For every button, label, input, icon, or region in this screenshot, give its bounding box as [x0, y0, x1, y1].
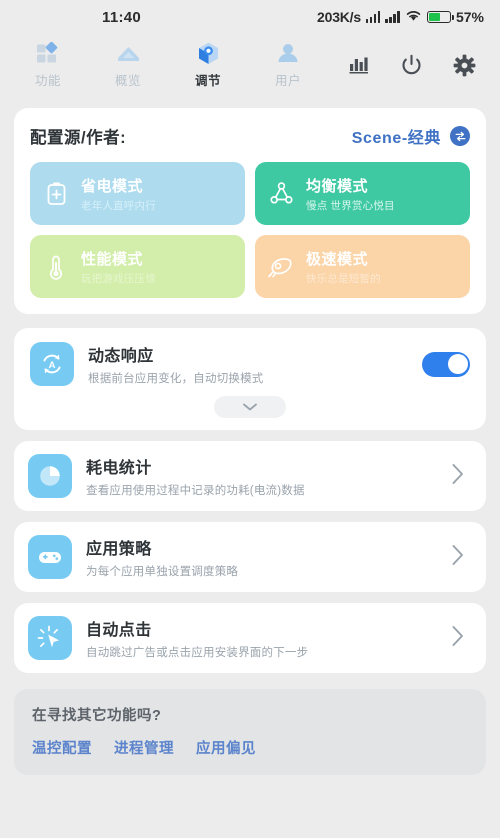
- footer-link-process-manager[interactable]: 进程管理: [114, 737, 174, 758]
- battery-icon: [426, 11, 454, 23]
- dynamic-response-card: A 动态响应 根据前台应用变化，自动切换模式: [14, 328, 486, 430]
- mode-sub: 慢点 世界赏心悦目: [306, 199, 395, 212]
- user-icon: [275, 41, 301, 67]
- footer-card: 在寻找其它功能吗? 温控配置 进程管理 应用偏见: [14, 689, 486, 775]
- gear-icon[interactable]: [453, 54, 476, 77]
- mode-card-turbo-text: 极速模式 快乐总是短暂的: [306, 248, 381, 286]
- list-item-power-stats[interactable]: 耗电统计 查看应用使用过程中记录的功耗(电流)数据: [14, 441, 486, 511]
- gamepad-icon: [28, 535, 72, 579]
- list-item-sub: 查看应用使用过程中记录的功耗(电流)数据: [86, 485, 305, 497]
- mode-card-performance-text: 性能模式 玩把游戏压压惊: [81, 248, 156, 286]
- dynamic-response-toggle[interactable]: [422, 351, 470, 377]
- list-item-auto-click-text: 自动点击 自动跳过广告或点击应用安装界面的下一步: [86, 616, 308, 660]
- triangle-nodes-icon: [267, 181, 295, 206]
- battery-plus-icon: [42, 181, 70, 207]
- mode-card-performance[interactable]: 性能模式 玩把游戏压压惊: [30, 235, 245, 298]
- nav-action-icons: [348, 54, 484, 77]
- wifi-icon: [405, 9, 422, 26]
- chevron-right-icon: [450, 542, 472, 573]
- chart-icon[interactable]: [348, 55, 370, 75]
- tab-adjust-label: 调节: [194, 74, 221, 88]
- mode-grid: 省电模式 老年人直呼内行 均衡模式 慢点 世界赏心悦目 性能模式 玩把游戏压压惊…: [30, 162, 470, 298]
- mode-name: 极速模式: [306, 250, 369, 268]
- mode-sub: 快乐总是短暂的: [306, 272, 381, 285]
- hexagon-icon: [195, 41, 222, 67]
- mode-card-power-saving[interactable]: 省电模式 老年人直呼内行: [30, 162, 245, 225]
- list-item-app-policy[interactable]: 应用策略 为每个应用单独设置调度策略: [14, 522, 486, 592]
- list-item-auto-click[interactable]: 自动点击 自动跳过广告或点击应用安装界面的下一步: [14, 603, 486, 673]
- dynamic-response-title: 动态响应: [88, 348, 154, 365]
- list-item-sub: 自动跳过广告或点击应用安装界面的下一步: [86, 647, 309, 659]
- list-item-title: 耗电统计: [86, 460, 152, 477]
- list-item-app-policy-text: 应用策略 为每个应用单独设置调度策略: [86, 535, 238, 579]
- expand-button[interactable]: [214, 396, 286, 418]
- status-time: 11:40: [102, 8, 142, 26]
- chevron-right-icon: [450, 461, 472, 492]
- list-item-title: 自动点击: [86, 622, 152, 639]
- mode-name: 省电模式: [81, 177, 144, 195]
- power-icon[interactable]: [400, 54, 423, 77]
- footer-links: 温控配置 进程管理 应用偏见: [32, 737, 468, 758]
- rocket-icon: [267, 255, 295, 279]
- config-source-value: Scene-经典: [351, 130, 441, 147]
- thermometer-icon: [42, 253, 70, 281]
- mode-sub: 玩把游戏压压惊: [81, 272, 156, 285]
- signal-bars-icon: [365, 11, 381, 23]
- config-header: 配置源/作者: Scene-经典: [30, 124, 470, 148]
- app-screen: 11:40 203K/s 57% 功能 概览 调节 用户 配置源/作者: Sce…: [0, 0, 500, 838]
- auto-refresh-icon: A: [30, 342, 74, 386]
- footer-question: 在寻找其它功能吗?: [32, 708, 162, 724]
- chevron-right-icon: [450, 623, 472, 654]
- tab-bar: 功能 概览 调节 用户: [16, 41, 320, 89]
- list-item-sub: 为每个应用单独设置调度策略: [86, 566, 239, 578]
- dynamic-response-text: 动态响应 根据前台应用变化，自动切换模式: [88, 342, 264, 386]
- tab-overview-label: 概览: [114, 74, 141, 88]
- cursor-click-icon: [28, 616, 72, 660]
- config-source-card: 配置源/作者: Scene-经典 省电模式 老年人直呼内行 均衡模式 慢点 世界…: [14, 108, 486, 314]
- tab-function-label: 功能: [34, 74, 61, 88]
- home-icon: [115, 41, 142, 67]
- tab-user-label: 用户: [274, 74, 301, 88]
- list-item-power-stats-text: 耗电统计 查看应用使用过程中记录的功耗(电流)数据: [86, 454, 305, 498]
- mode-card-turbo[interactable]: 极速模式 快乐总是短暂的: [255, 235, 470, 298]
- status-bar: 11:40 203K/s 57%: [0, 0, 500, 34]
- footer-link-app-preference[interactable]: 应用偏见: [196, 737, 256, 758]
- config-title: 配置源/作者:: [30, 129, 127, 147]
- blocks-icon: [35, 41, 61, 67]
- mode-name: 性能模式: [81, 250, 144, 268]
- chevron-down-icon: [243, 403, 257, 411]
- signal-bars-icon-2: [385, 11, 400, 23]
- dynamic-response-row[interactable]: A 动态响应 根据前台应用变化，自动切换模式: [30, 342, 470, 386]
- tab-adjust[interactable]: 调节: [176, 41, 240, 89]
- battery-percent: 57%: [455, 9, 484, 25]
- config-source-selector[interactable]: Scene-经典: [352, 124, 470, 148]
- mode-card-balanced-text: 均衡模式 慢点 世界赏心悦目: [306, 175, 395, 213]
- tab-overview[interactable]: 概览: [96, 41, 160, 89]
- mode-card-balanced[interactable]: 均衡模式 慢点 世界赏心悦目: [255, 162, 470, 225]
- tab-function[interactable]: 功能: [16, 41, 80, 89]
- network-speed: 203K/s: [317, 9, 361, 25]
- tab-user[interactable]: 用户: [256, 41, 320, 89]
- top-navigation: 功能 概览 调节 用户: [0, 34, 500, 96]
- footer-link-thermal-config[interactable]: 温控配置: [32, 737, 92, 758]
- mode-card-power-saving-text: 省电模式 老年人直呼内行: [81, 175, 156, 213]
- mode-name: 均衡模式: [306, 177, 369, 195]
- mode-sub: 老年人直呼内行: [81, 199, 156, 212]
- dynamic-response-sub: 根据前台应用变化，自动切换模式: [88, 373, 264, 385]
- svg-text:A: A: [49, 360, 56, 371]
- dynamic-response-expand-area: [30, 386, 470, 430]
- status-right-group: 203K/s 57%: [317, 9, 484, 26]
- list-item-title: 应用策略: [86, 541, 152, 558]
- pie-chart-icon: [28, 454, 72, 498]
- swap-icon: [450, 126, 470, 146]
